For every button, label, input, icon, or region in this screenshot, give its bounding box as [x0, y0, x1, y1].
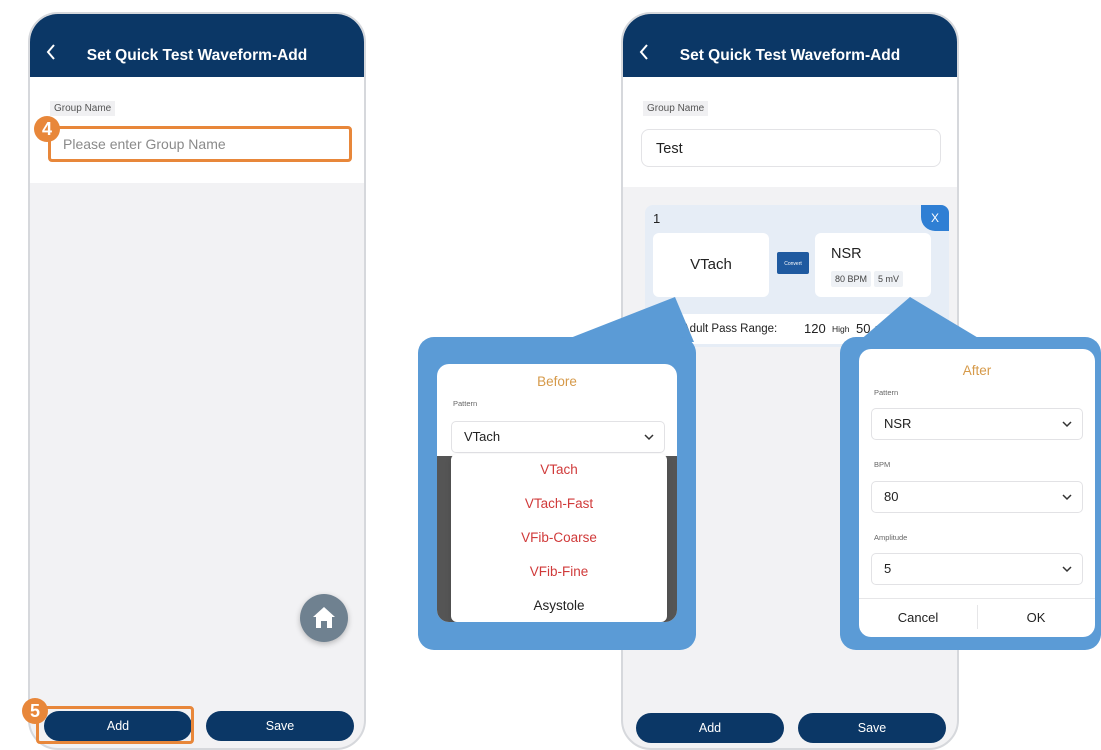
after-popup-title: After	[962, 363, 992, 378]
chevron-down-icon	[1062, 566, 1072, 573]
pattern-label: Pattern	[453, 399, 478, 408]
pattern-select[interactable]: VTach	[451, 421, 665, 453]
amplitude-label: Amplitude	[874, 533, 908, 542]
pattern-select[interactable]: NSR	[871, 408, 1083, 440]
bpm-label: BPM	[874, 460, 891, 469]
dropdown-option[interactable]: VTach	[451, 462, 667, 477]
ok-button[interactable]: OK	[977, 610, 1095, 625]
dropdown-option[interactable]: VFib-Fine	[451, 564, 667, 579]
pattern-label: Pattern	[874, 388, 899, 397]
amplitude-value: 5	[884, 561, 892, 576]
before-callout: Before Pattern VTach VTach VTach-Fast VF…	[418, 337, 696, 650]
before-callout-pointer	[560, 297, 694, 342]
chevron-down-icon	[1062, 494, 1072, 501]
before-popup: Before Pattern VTach VTach VTach-Fast VF…	[437, 364, 677, 622]
after-callout-pointer	[858, 297, 985, 342]
chevron-down-icon	[644, 434, 654, 441]
after-callout: After Pattern NSR BPM 80 Amplitude 5 Can…	[840, 337, 1101, 650]
cancel-button[interactable]: Cancel	[859, 610, 977, 625]
after-popup: After Pattern NSR BPM 80 Amplitude 5 Can…	[859, 349, 1095, 637]
amplitude-select[interactable]: 5	[871, 553, 1083, 585]
bpm-select[interactable]: 80	[871, 481, 1083, 513]
pattern-dropdown-list: VTach VTach-Fast VFib-Coarse VFib-Fine A…	[451, 454, 667, 622]
chevron-down-icon	[1062, 421, 1072, 428]
before-popup-title: Before	[537, 374, 577, 389]
dropdown-option[interactable]: VTach-Fast	[451, 496, 667, 511]
dropdown-option[interactable]: Asystole	[451, 598, 667, 613]
divider	[859, 598, 1095, 599]
dropdown-option[interactable]: VFib-Coarse	[451, 530, 667, 545]
pattern-selected-value: VTach	[464, 429, 501, 444]
pattern-value: NSR	[884, 416, 912, 431]
bpm-value: 80	[884, 489, 899, 504]
